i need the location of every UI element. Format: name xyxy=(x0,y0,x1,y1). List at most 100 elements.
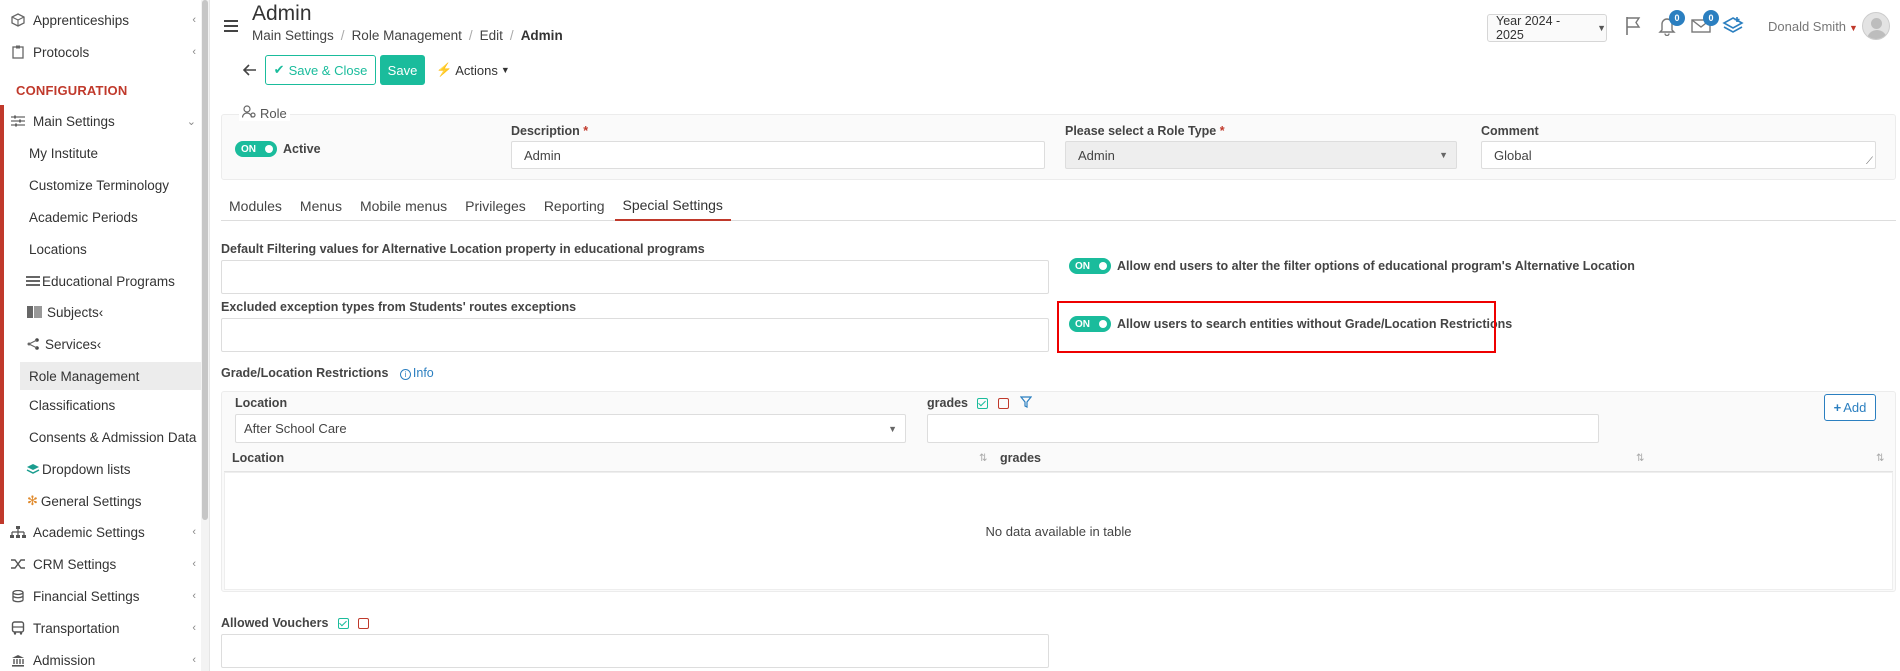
sidebar-item-academic-settings[interactable]: Academic Settings ‹ xyxy=(0,517,202,547)
back-arrow-icon[interactable] xyxy=(238,58,262,82)
breadcrumb-role-management[interactable]: Role Management xyxy=(352,28,462,43)
sidebar-item-protocols[interactable]: Protocols ‹ xyxy=(0,37,202,67)
sidebar-item-label: Dropdown lists xyxy=(42,461,131,477)
configuration-section-title: CONFIGURATION xyxy=(16,83,128,98)
deselect-all-icon[interactable] xyxy=(358,618,370,630)
info-link[interactable]: i Info xyxy=(399,366,434,380)
breadcrumb-current: Admin xyxy=(520,28,563,43)
chevron-left-icon: ‹ xyxy=(98,304,104,320)
sidebar-item-role-management[interactable]: Role Management xyxy=(29,361,139,391)
breadcrumb-edit[interactable]: Edit xyxy=(480,28,503,43)
shuffle-icon xyxy=(9,557,27,571)
hamburger-menu-icon[interactable] xyxy=(224,20,238,32)
location-select[interactable]: After School Care ▼ xyxy=(235,414,906,443)
alter-filter-toggle[interactable]: ON xyxy=(1069,258,1111,274)
sidebar-scrollbar-thumb[interactable] xyxy=(202,0,208,520)
sidebar-item-dropdown-lists[interactable]: Dropdown lists xyxy=(26,454,131,484)
layers-stack-icon[interactable] xyxy=(1721,14,1745,38)
sidebar-item-general-settings[interactable]: ✻ General Settings xyxy=(27,486,141,516)
sidebar-item-main-settings[interactable]: Main Settings ⌄ xyxy=(0,106,202,136)
sidebar-item-subjects[interactable]: Subjects ‹ xyxy=(27,297,202,327)
caret-down-icon: ▼ xyxy=(1439,150,1448,160)
user-menu[interactable]: Donald Smith ▼ xyxy=(1768,19,1858,34)
envelope-icon[interactable]: 0 xyxy=(1689,10,1719,38)
year-select-value: Year 2024 - 2025 xyxy=(1496,14,1561,42)
sidebar: Apprenticeships ‹ Protocols ‹ CONFIGURAT… xyxy=(0,0,210,671)
comment-textarea[interactable]: Global ⟋ xyxy=(1481,141,1876,169)
sidebar-item-locations[interactable]: Locations xyxy=(29,234,87,264)
tab-modules[interactable]: Modules xyxy=(221,190,290,221)
chevron-left-icon: ‹ xyxy=(192,526,196,538)
bank-icon xyxy=(9,653,27,667)
flag-icon[interactable] xyxy=(1621,14,1645,38)
tab-reporting[interactable]: Reporting xyxy=(536,190,613,221)
coins-icon xyxy=(9,589,27,603)
sidebar-item-consents-admission-data[interactable]: Consents & Admission Data xyxy=(29,422,196,452)
sidebar-item-financial-settings[interactable]: Financial Settings ‹ xyxy=(0,581,202,611)
add-button[interactable]: + Add xyxy=(1824,394,1876,421)
chevron-left-icon: ‹ xyxy=(192,590,196,602)
column-location[interactable]: Location xyxy=(232,451,284,465)
description-input[interactable]: Admin xyxy=(511,141,1045,169)
avatar[interactable] xyxy=(1862,12,1890,40)
sidebar-item-label: CRM Settings xyxy=(33,556,117,572)
role-type-label: Please select a Role Type * xyxy=(1065,124,1225,138)
sidebar-item-my-institute[interactable]: My Institute xyxy=(29,138,98,168)
grade-location-restrictions-label: Grade/Location Restrictions i Info xyxy=(221,366,434,380)
default-filter-input[interactable] xyxy=(221,260,1049,294)
sidebar-item-admission[interactable]: Admission ‹ xyxy=(0,645,202,671)
tab-special-settings[interactable]: Special Settings xyxy=(614,190,731,221)
highlight-box xyxy=(1057,301,1496,353)
year-select[interactable]: Year 2024 - 2025 ▼ xyxy=(1487,14,1607,42)
sidebar-scrollbar-track[interactable] xyxy=(201,0,209,671)
sidebar-item-apprenticeships[interactable]: Apprenticeships ‹ xyxy=(0,5,202,35)
sidebar-item-label: Classifications xyxy=(29,397,116,413)
sidebar-item-label: Locations xyxy=(29,241,87,257)
active-toggle[interactable]: ON xyxy=(235,141,277,157)
sliders-icon xyxy=(9,114,27,128)
sort-icon[interactable]: ⇅ xyxy=(979,453,987,464)
plus-icon: + xyxy=(1833,400,1842,415)
tab-menus[interactable]: Menus xyxy=(292,190,350,221)
location-label: Location xyxy=(235,396,288,410)
book-icon xyxy=(27,306,42,318)
sidebar-item-customize-terminology[interactable]: Customize Terminology xyxy=(29,170,169,200)
sidebar-item-label: My Institute xyxy=(29,145,99,161)
excluded-exceptions-input[interactable] xyxy=(221,318,1049,352)
column-grades[interactable]: grades xyxy=(1000,451,1041,465)
save-close-label: Save & Close xyxy=(288,62,368,78)
user-gear-icon xyxy=(241,105,256,121)
box-icon xyxy=(9,13,27,27)
sidebar-item-transportation[interactable]: Transportation ‹ xyxy=(0,613,202,643)
role-legend-label: Role xyxy=(260,105,287,121)
select-all-icon[interactable] xyxy=(337,618,349,630)
actions-dropdown[interactable]: ⚡ Actions ▼ xyxy=(436,57,510,83)
tab-privileges[interactable]: Privileges xyxy=(457,190,534,221)
role-type-value: Admin xyxy=(1078,147,1115,163)
active-toggle-row: ON Active xyxy=(235,141,321,157)
sidebar-item-label: Academic Settings xyxy=(33,524,145,540)
save-button[interactable]: Save xyxy=(380,55,425,85)
table-header: Location ⇅ grades ⇅ ⇅ xyxy=(224,446,1893,472)
breadcrumb-main-settings[interactable]: Main Settings xyxy=(252,28,334,43)
sidebar-item-academic-periods[interactable]: Academic Periods xyxy=(29,202,138,232)
filter-icon[interactable] xyxy=(1020,396,1033,411)
save-close-button[interactable]: ✔ Save & Close xyxy=(265,55,376,85)
role-type-select[interactable]: Admin ▼ xyxy=(1065,141,1457,169)
deselect-all-icon[interactable] xyxy=(997,398,1009,410)
resize-handle-icon[interactable]: ⟋ xyxy=(1866,156,1873,167)
bell-icon[interactable]: 0 xyxy=(1655,10,1685,38)
sidebar-item-services[interactable]: Services ‹ xyxy=(26,329,202,359)
sort-icon[interactable]: ⇅ xyxy=(1636,453,1644,464)
sort-icon[interactable]: ⇅ xyxy=(1876,453,1884,464)
sidebar-item-educational-programs[interactable]: Educational Programs xyxy=(26,266,175,296)
messages-badge: 0 xyxy=(1703,10,1719,26)
sidebar-item-classifications[interactable]: Classifications xyxy=(29,390,115,420)
sidebar-item-crm-settings[interactable]: CRM Settings ‹ xyxy=(0,549,202,579)
sidebar-item-label: General Settings xyxy=(40,493,142,509)
allowed-vouchers-input[interactable] xyxy=(221,634,1049,668)
grades-input[interactable] xyxy=(927,414,1599,443)
tab-mobile-menus[interactable]: Mobile menus xyxy=(352,190,455,221)
sidebar-item-label: Apprenticeships xyxy=(33,12,130,28)
select-all-icon[interactable] xyxy=(977,398,989,410)
